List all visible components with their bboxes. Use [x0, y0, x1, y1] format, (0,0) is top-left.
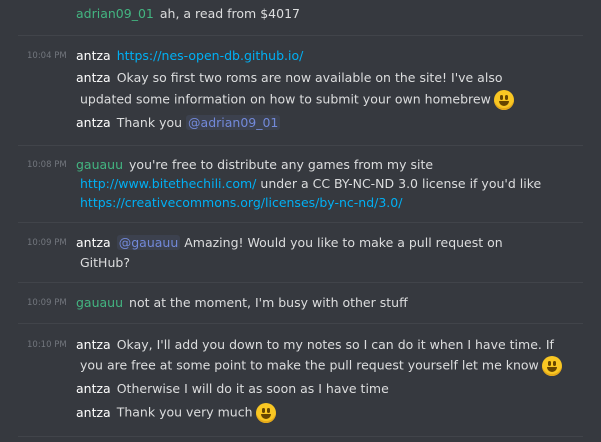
timestamp: 10:10 PM [27, 340, 67, 350]
message-text: Thank you very much [116, 404, 253, 420]
message-divider [18, 145, 583, 146]
message-continuation: you are free at some point to make the p… [80, 356, 562, 376]
message-divider [18, 282, 583, 283]
message-text: GitHub? [80, 255, 130, 270]
message-continuation: https://creativecommons.org/licenses/by-… [80, 194, 402, 212]
author-name[interactable]: antza [76, 337, 111, 352]
message-link[interactable]: https://nes-open-db.github.io/ [117, 48, 304, 63]
message-antza-1: antza https://nes-open-db.github.io/ [76, 47, 303, 65]
message-antza-7: antza Thank you very much [76, 403, 276, 423]
message-link[interactable]: http://www.bitethechili.com/ [80, 176, 256, 191]
message-text: Okay so first two roms are now available… [116, 70, 503, 85]
message-continuation: updated some information on how to submi… [80, 90, 514, 110]
message-text: ah, a read from $4017 [159, 6, 300, 21]
message-divider [18, 222, 583, 223]
message-text: Amazing! Would you like to make a pull r… [184, 235, 503, 250]
timestamp: 10:09 PM [27, 238, 67, 248]
chat-messages: adrian09_01 ah, a read from $4017 10:04 P… [0, 0, 601, 442]
author-name[interactable]: antza [76, 405, 111, 420]
smiley-emoji-icon [541, 356, 562, 376]
author-name[interactable]: antza [76, 48, 111, 63]
message-antza-4: antza @gauauu Amazing! Would you like to … [76, 234, 503, 252]
smiley-emoji-icon [493, 90, 514, 110]
timestamp: 10:08 PM [27, 160, 67, 170]
author-name[interactable]: antza [76, 381, 111, 396]
message-gauauu-1: gauauu you're free to distribute any game… [76, 156, 433, 174]
smiley-emoji-icon [255, 403, 276, 423]
message-divider [18, 436, 583, 437]
user-mention[interactable]: @gauauu [116, 235, 181, 250]
message-antza-3: antza Thank you @adrian09_01 [76, 114, 281, 132]
author-name[interactable]: antza [76, 235, 111, 250]
timestamp: 10:04 PM [27, 51, 67, 61]
message-continuation: GitHub? [80, 254, 130, 272]
message-text: Otherwise I will do it as soon as I have… [116, 381, 389, 396]
timestamp: 10:09 PM [27, 298, 67, 308]
message-divider [18, 35, 583, 36]
message-text: you are free at some point to make the p… [80, 357, 539, 373]
message-text: Okay, I'll add you down to my notes so I… [116, 337, 554, 352]
author-name[interactable]: antza [76, 70, 111, 85]
message-antza-2: antza Okay so first two roms are now avai… [76, 69, 502, 87]
message-antza-5: antza Okay, I'll add you down to my notes… [76, 336, 554, 354]
message-divider [18, 323, 583, 324]
author-name[interactable]: adrian09_01 [76, 6, 154, 21]
author-name[interactable]: gauauu [76, 295, 123, 310]
message-link[interactable]: https://creativecommons.org/licenses/by-… [80, 195, 402, 210]
message-adrian: adrian09_01 ah, a read from $4017 [76, 5, 300, 23]
message-continuation: http://www.bitethechili.com/ under a CC … [80, 175, 541, 193]
message-gauauu-2: gauauu not at the moment, I'm busy with o… [76, 294, 408, 312]
message-text: under a CC BY-NC-ND 3.0 license if you'd… [260, 176, 542, 191]
message-text: Thank you [116, 115, 183, 130]
message-text: you're free to distribute any games from… [129, 157, 434, 172]
author-name[interactable]: antza [76, 115, 111, 130]
message-text: updated some information on how to submi… [80, 91, 491, 107]
user-mention[interactable]: @adrian09_01 [186, 115, 281, 130]
author-name[interactable]: gauauu [76, 157, 123, 172]
message-antza-6: antza Otherwise I will do it as soon as I… [76, 380, 389, 398]
message-text: not at the moment, I'm busy with other s… [129, 295, 408, 310]
